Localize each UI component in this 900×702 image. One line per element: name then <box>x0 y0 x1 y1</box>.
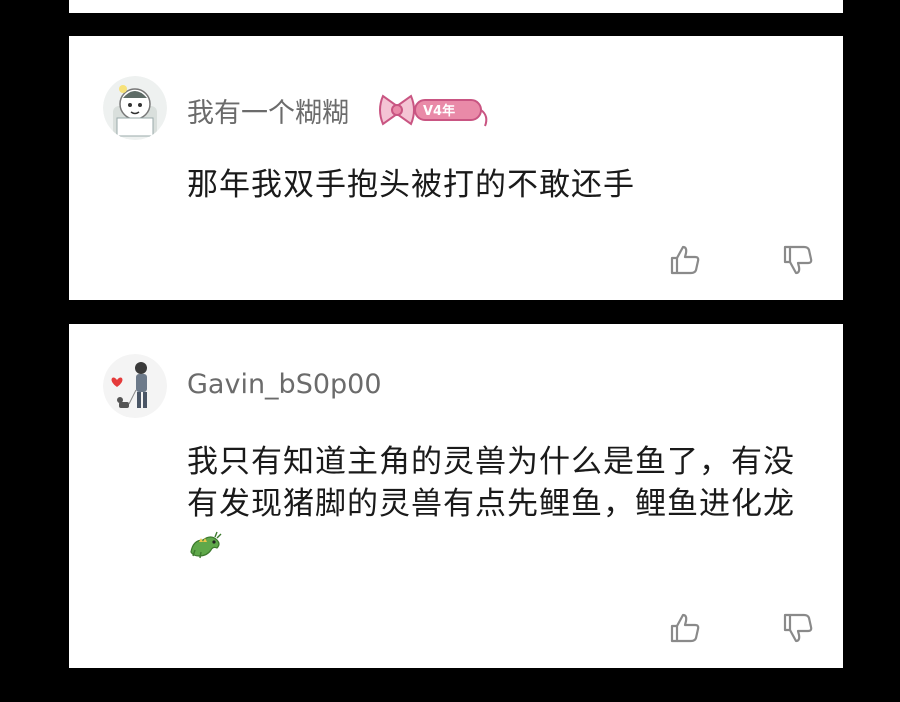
dragon-emoji-icon <box>187 529 223 559</box>
thumbs-down-icon <box>783 245 813 275</box>
comment-card: Gavin_bS0p00 我只有知道主角的灵兽为什么是鱼了，有没有发现猪脚的灵兽… <box>69 324 843 668</box>
thumbs-down-icon <box>783 613 813 643</box>
like-button[interactable] <box>668 243 702 277</box>
comment-feed: 我有一个糊糊 V4年 那年我双手抱头被打的不敢还手 Gavin_bS0p00 我… <box>0 0 900 702</box>
thumbs-up-icon <box>670 245 700 275</box>
username[interactable]: Gavin_bS0p00 <box>187 369 382 400</box>
dislike-button[interactable] <box>781 243 815 277</box>
bow-ribbon-icon: V4年 <box>379 94 488 127</box>
thumbs-up-icon <box>670 613 700 643</box>
comment-text-body: 我只有知道主角的灵兽为什么是鱼了，有没有发现猪脚的灵兽有点先鲤鱼，鲤鱼进化龙 <box>187 444 795 522</box>
comment-text: 我只有知道主角的灵兽为什么是鱼了，有没有发现猪脚的灵兽有点先鲤鱼，鲤鱼进化龙 <box>187 441 817 567</box>
avatar[interactable] <box>103 354 167 418</box>
comment-text: 那年我双手抱头被打的不敢还手 <box>187 167 635 203</box>
avatar-image <box>103 76 167 140</box>
avatar-image <box>103 354 167 418</box>
previous-comment-card-edge <box>69 0 843 13</box>
membership-badge: V4年 <box>375 88 493 132</box>
dislike-button[interactable] <box>781 611 815 645</box>
avatar[interactable] <box>103 76 167 140</box>
comment-card: 我有一个糊糊 V4年 那年我双手抱头被打的不敢还手 <box>69 36 843 300</box>
like-button[interactable] <box>668 611 702 645</box>
username[interactable]: 我有一个糊糊 <box>187 91 349 130</box>
badge-text: V4年 <box>423 103 455 119</box>
